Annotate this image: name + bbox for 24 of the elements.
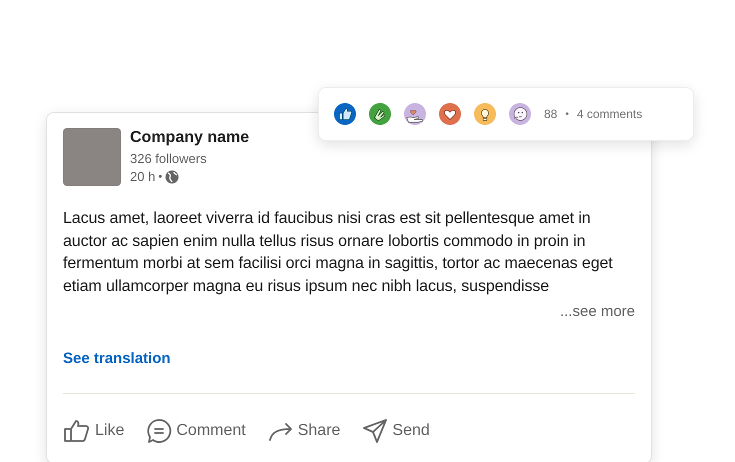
thinking-face-icon (509, 103, 531, 125)
post-action-button[interactable]: Comment (146, 418, 246, 444)
post-action-button[interactable]: Send (362, 418, 430, 444)
separator-dot: • (158, 170, 162, 185)
post-body: Lacus amet, laoreet viverra id faucibus nisi cras est sit pellentesque amet in auctor ac sapien enim nulla tellus risus ornare lobortis commodo in proin in fermentum morbi at sem facilisi orci magna in sagittis, tortor ac maecenas eget etiam ullamcorper magna eu risus ipsum nec nibh lacus, suspendisse (63, 209, 614, 298)
curved-arrow-icon (268, 420, 294, 442)
comment-count[interactable]: 4 comments (576, 105, 642, 123)
separator-dot: • (565, 108, 569, 122)
paper-plane-icon (362, 418, 388, 444)
post-action-button[interactable]: Like (63, 418, 124, 444)
company-name[interactable]: Company name (130, 128, 250, 148)
light-bulb-icon (474, 103, 496, 125)
post-action-button[interactable]: Share (268, 419, 340, 444)
thumbs-up-icon (63, 418, 91, 444)
thumbs-up-icon (334, 103, 356, 125)
avatar-photo-placeholder (63, 128, 121, 186)
globe-icon (165, 170, 180, 184)
post-time: 20 h (130, 168, 156, 186)
speech-bubble-icon (146, 418, 172, 444)
follower-count: 326 followers (130, 150, 208, 168)
see-translation-link[interactable]: See translation (63, 350, 171, 368)
reaction-count: 88 (544, 106, 558, 123)
heart-in-hand-icon (404, 103, 426, 125)
see-more-link[interactable]: ...see more (560, 300, 635, 324)
